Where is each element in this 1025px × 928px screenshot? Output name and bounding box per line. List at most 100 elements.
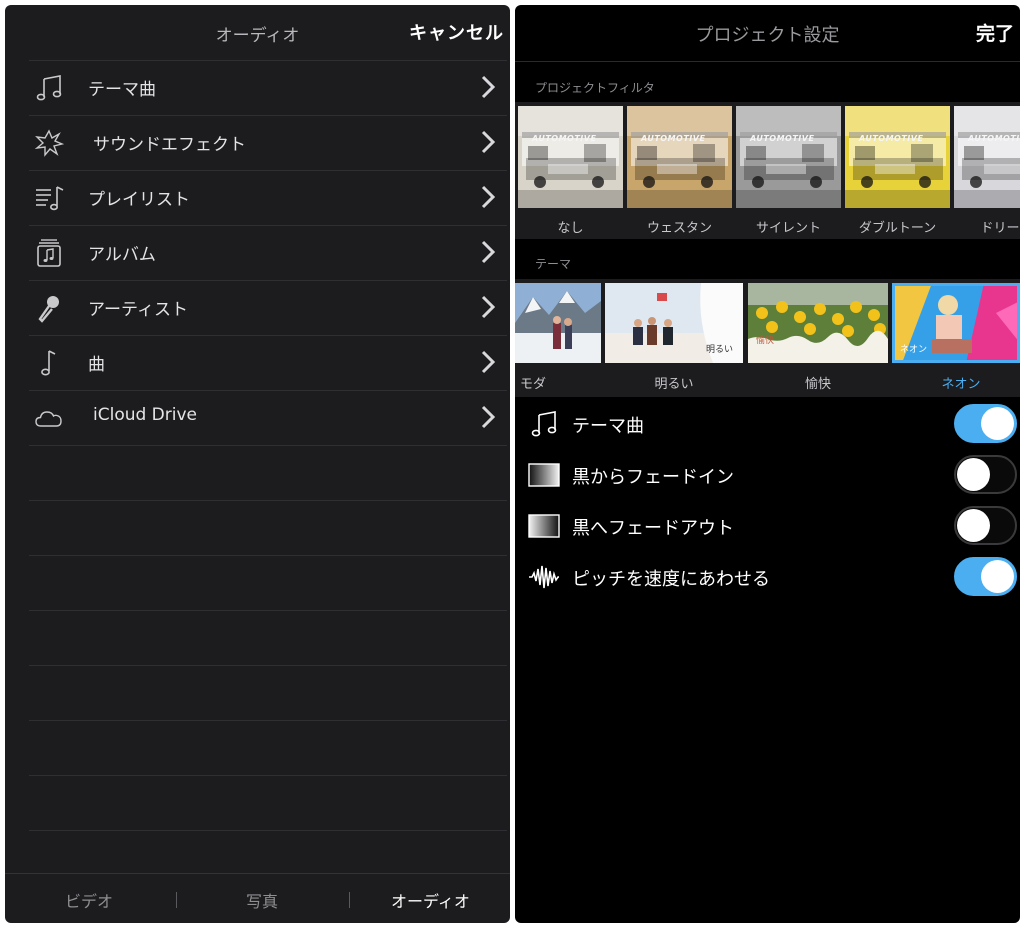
waveform-icon <box>529 565 559 589</box>
filter-thumb[interactable]: AUTOMOTIVE <box>954 106 1020 208</box>
filter-thumb[interactable]: AUTOMOTIVE <box>518 106 623 208</box>
tab-photos[interactable]: 写真 <box>246 888 278 912</box>
tab-divider <box>176 892 177 908</box>
setting-fade-out: 黒へフェードアウト <box>515 502 1020 550</box>
cloud-icon <box>35 411 62 427</box>
thumbnail-sign-text: AUTOMOTIVE <box>859 134 924 143</box>
themes-section-label: テーマ <box>535 257 572 271</box>
toggle-knob <box>981 407 1014 440</box>
music-note-icon <box>41 350 56 376</box>
filter-thumb[interactable]: AUTOMOTIVE <box>627 106 732 208</box>
audio-item-albums[interactable]: アルバム <box>5 225 510 280</box>
filter-image <box>954 106 1020 208</box>
filter-label: ダブルトーン <box>858 221 937 236</box>
tab-audio[interactable]: オーディオ <box>391 888 470 912</box>
empty-row-divider <box>29 830 507 831</box>
setting-pitch-speed: ピッチを速度にあわせる <box>515 553 1020 601</box>
filter-label: ドリーミ <box>980 221 1020 236</box>
project-settings-panel: プロジェクト設定 完了 プロジェクトフィルタ AUTOMOTIVE なし AUTOM… <box>515 5 1020 923</box>
audio-item-label: iCloud Drive <box>93 405 198 425</box>
setting-label: 黒からフェードイン <box>572 467 734 488</box>
theme-music-toggle[interactable] <box>954 404 1017 443</box>
setting-label: テーマ曲 <box>572 416 644 437</box>
theme-label-modern: モダン <box>519 377 546 397</box>
microphone-icon <box>38 296 59 323</box>
filter-thumb[interactable]: AUTOMOTIVE <box>845 106 950 208</box>
empty-row-divider <box>29 665 507 666</box>
audio-panel: オーディオ キャンセル テーマ曲 サウンドエフェクト プレイリスト アルバム ア… <box>5 5 510 923</box>
toggle-knob <box>957 458 990 491</box>
fade-out-toggle[interactable] <box>954 506 1017 545</box>
thumbnail-sign-text: AUTOMOTIVE <box>968 134 1020 143</box>
theme-badge: 明るい <box>705 345 733 355</box>
fade-in-toggle[interactable] <box>954 455 1017 494</box>
theme-label-bright: 明るい <box>654 377 694 392</box>
divider <box>29 445 507 446</box>
empty-row-divider <box>29 720 507 721</box>
chevron-right-icon <box>481 75 496 99</box>
chevron-right-icon <box>481 405 496 429</box>
empty-row-divider <box>29 610 507 611</box>
chevron-right-icon <box>481 130 496 154</box>
project-settings-title: プロジェクト設定 <box>695 25 840 46</box>
filter-image <box>845 106 950 208</box>
theme-strip: 明るい 愉快 ネオン モダ 明るい 愉快 ネオン <box>515 279 1020 397</box>
audio-item-icloud-drive[interactable]: iCloud Drive <box>5 390 510 445</box>
theme-label-joyful: 愉快 <box>804 377 831 392</box>
selected-theme-border <box>892 283 1020 363</box>
setting-theme-music: テーマ曲 <box>515 400 1020 448</box>
empty-row-divider <box>29 555 507 556</box>
tab-video[interactable]: ビデオ <box>65 888 113 912</box>
theme-thumb-joyful[interactable]: 愉快 <box>748 283 888 363</box>
audio-item-theme-music[interactable]: テーマ曲 <box>5 60 510 115</box>
thumbnail-sign-text: AUTOMOTIVE <box>641 134 706 143</box>
audio-item-label: 曲 <box>88 355 105 375</box>
audio-item-playlists[interactable]: プレイリスト <box>5 170 510 225</box>
filter-label: ウェスタン <box>646 221 712 236</box>
setting-fade-in: 黒からフェードイン <box>515 451 1020 499</box>
filter-label: なし <box>557 221 584 236</box>
theme-thumb-neon[interactable]: ネオン <box>892 283 1020 363</box>
music-notes-icon <box>531 411 557 437</box>
thumbnail-sign-text: AUTOMOTIVE <box>750 134 815 143</box>
audio-item-artists[interactable]: アーティスト <box>5 280 510 335</box>
burst-icon <box>34 129 65 157</box>
filter-thumb[interactable]: AUTOMOTIVE <box>736 106 841 208</box>
chevron-right-icon <box>481 350 496 374</box>
theme-badge: 愉快 <box>756 336 775 346</box>
theme-thumb-modern[interactable] <box>515 283 601 363</box>
audio-item-label: アルバム <box>88 245 156 265</box>
chevron-right-icon <box>481 185 496 209</box>
filter-image <box>627 106 732 208</box>
tab-divider <box>349 892 350 908</box>
audio-item-label: テーマ曲 <box>88 80 156 100</box>
cancel-button[interactable]: キャンセル <box>409 19 504 45</box>
chevron-right-icon <box>481 240 496 264</box>
chevron-right-icon <box>481 295 496 319</box>
audio-header: オーディオ キャンセル <box>5 5 510 60</box>
fade-out-icon <box>528 514 560 538</box>
media-tab-bar: ビデオ 写真 オーディオ <box>5 873 510 923</box>
fade-in-icon <box>528 463 560 487</box>
playlist-icon <box>36 186 64 211</box>
empty-row-divider <box>29 775 507 776</box>
pitch-speed-toggle[interactable] <box>954 557 1017 596</box>
filter-label: サイレント <box>755 221 821 236</box>
empty-row-divider <box>29 500 507 501</box>
theme-image-modern <box>515 283 601 363</box>
audio-item-sound-effects[interactable]: サウンドエフェクト <box>5 115 510 170</box>
filter-image <box>518 106 623 208</box>
music-notes-icon <box>36 75 62 101</box>
filters-section-label: プロジェクトフィルタ <box>535 81 655 95</box>
done-button[interactable]: 完了 <box>976 19 1014 46</box>
toggle-knob <box>957 509 990 542</box>
header-divider <box>515 61 1020 62</box>
thumbnail-sign-text: AUTOMOTIVE <box>532 134 597 143</box>
audio-item-label: アーティスト <box>88 300 188 320</box>
theme-thumb-bright[interactable]: 明るい <box>605 283 743 363</box>
filter-strip: AUTOMOTIVE なし AUTOMOTIVE ウェスタン AUTOMOTIVE サイレ… <box>515 102 1020 239</box>
setting-label: ピッチを速度にあわせる <box>572 569 770 590</box>
audio-item-songs[interactable]: 曲 <box>5 335 510 390</box>
toggle-knob <box>981 560 1014 593</box>
setting-label: 黒へフェードアウト <box>572 518 734 539</box>
